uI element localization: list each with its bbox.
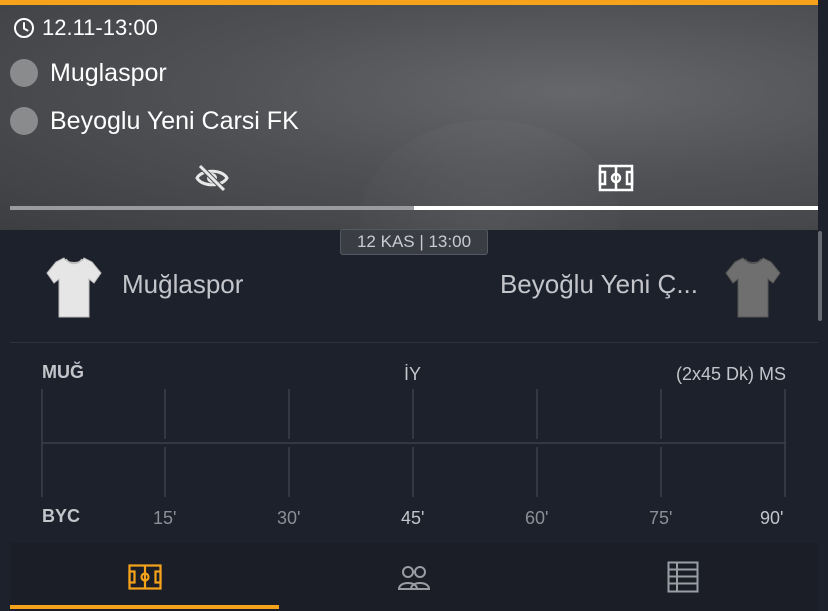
tab-pitch[interactable] (414, 150, 818, 206)
eye-off-icon (195, 164, 229, 192)
match-panel: Muğlaspor Beyoğlu Yeni Ç... 12 KAS | 13:… (10, 229, 818, 611)
timeline-tick: 90' (760, 508, 784, 528)
home-team-logo (10, 59, 38, 87)
match-time: 12.11-13:00 (42, 15, 158, 40)
pitch-icon (127, 564, 162, 590)
timeline-tick: 60' (525, 508, 549, 528)
tab-underline-inactive (10, 206, 414, 210)
timeline-tick: 75' (649, 508, 673, 528)
nav-active-underline (10, 605, 279, 609)
home-team-row: Muglaspor (10, 57, 167, 89)
timeline-tick: 15' (153, 508, 177, 528)
timeline-away-abbr: BYC (42, 506, 81, 526)
bottom-nav (10, 543, 818, 611)
match-date-badge: 12 KAS | 13:00 (340, 229, 488, 255)
home-team-name: Muglaspor (50, 58, 167, 87)
away-team-name: Beyoglu Yeni Carsi FK (50, 106, 299, 135)
table-icon (667, 561, 698, 593)
home-jersey-icon (46, 257, 102, 318)
clock-icon (14, 18, 34, 38)
timeline-half-label: İY (404, 364, 422, 384)
match-timeline: MUĞ İY (2x45 Dk) MS BYC 15' 30' 45' 60' … (10, 343, 818, 543)
timeline-home-abbr: MUĞ (42, 362, 84, 382)
header-tabs (10, 150, 818, 210)
tab-hide[interactable] (10, 150, 414, 206)
away-team-row: Beyoglu Yeni Carsi FK (10, 105, 299, 137)
tab-underline-active (414, 206, 818, 210)
nav-lineup-button[interactable] (279, 543, 548, 611)
match-away-name: Beyoğlu Yeni Ç... (499, 269, 698, 299)
timeline-tick: 45' (401, 508, 425, 528)
timeline-tick: 30' (277, 508, 301, 528)
away-jersey-icon (725, 257, 781, 318)
match-time-row: 12.11-13:00 (12, 14, 158, 42)
lineup-icon (397, 566, 430, 590)
nav-pitch-button[interactable] (10, 543, 279, 611)
match-header: 12.11-13:00 Muglaspor Beyoglu Yeni Carsi… (0, 0, 818, 230)
timeline-full-label: (2x45 Dk) MS (675, 364, 786, 384)
match-home-name: Muğlaspor (122, 269, 244, 299)
nav-table-button[interactable] (548, 543, 817, 611)
scrollbar[interactable] (818, 231, 822, 321)
pitch-icon (598, 164, 634, 192)
away-team-logo (10, 107, 38, 135)
teams-row: Muğlaspor Beyoğlu Yeni Ç... (10, 249, 818, 341)
